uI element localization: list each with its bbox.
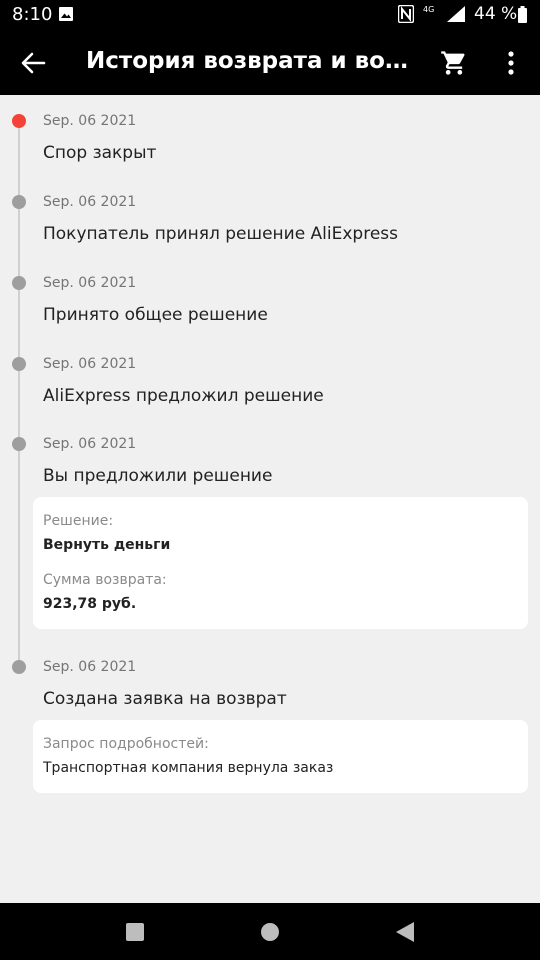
timeline-dot bbox=[12, 437, 26, 451]
timeline-dot bbox=[12, 276, 26, 290]
event-title: Покупатель принял решение AliExpress bbox=[43, 224, 399, 244]
nav-back-icon[interactable] bbox=[396, 922, 414, 942]
request-details-label: Запрос подробностей: bbox=[43, 736, 209, 752]
event-title: Вы предложили решение bbox=[43, 466, 273, 486]
event-date: Sep. 06 2021 bbox=[43, 194, 137, 210]
battery-icon bbox=[518, 6, 527, 23]
signal-icon bbox=[447, 6, 465, 22]
nfc-icon bbox=[398, 5, 414, 23]
status-bar: 8:10 4G 44 % bbox=[0, 0, 540, 30]
recent-apps-icon[interactable] bbox=[126, 923, 144, 941]
event-title: Принято общее решение bbox=[43, 305, 268, 325]
timeline-dot-active bbox=[12, 114, 26, 128]
image-notification-icon bbox=[59, 7, 73, 21]
page-title: История возврата и возвр... bbox=[86, 48, 416, 74]
solution-details-card: Решение: Вернуть деньги Сумма возврата: … bbox=[33, 497, 528, 629]
request-details-value: Транспортная компания вернула заказ bbox=[43, 760, 334, 776]
status-time: 8:10 bbox=[12, 4, 53, 25]
refund-history-timeline: Sep. 06 2021 Спор закрыт Sep. 06 2021 По… bbox=[0, 95, 540, 903]
decision-label: Решение: bbox=[43, 513, 114, 529]
refund-amount-label: Сумма возврата: bbox=[43, 572, 167, 588]
event-date: Sep. 06 2021 bbox=[43, 275, 137, 291]
app-bar: История возврата и возвр... bbox=[0, 30, 540, 95]
home-icon[interactable] bbox=[261, 923, 279, 941]
timeline-dot bbox=[12, 195, 26, 209]
more-options-icon[interactable] bbox=[503, 48, 519, 78]
timeline-dot bbox=[12, 357, 26, 371]
event-title: AliExpress предложил решение bbox=[43, 386, 324, 406]
system-navigation-bar bbox=[0, 903, 540, 960]
event-date: Sep. 06 2021 bbox=[43, 659, 137, 675]
event-date: Sep. 06 2021 bbox=[43, 356, 137, 372]
event-date: Sep. 06 2021 bbox=[43, 113, 137, 129]
shopping-cart-icon[interactable] bbox=[440, 49, 468, 77]
back-arrow-icon[interactable] bbox=[20, 50, 46, 76]
request-details-card: Запрос подробностей: Транспортная компан… bbox=[33, 720, 528, 793]
battery-percent: 44 % bbox=[474, 4, 518, 24]
decision-value: Вернуть деньги bbox=[43, 537, 171, 553]
event-title: Спор закрыт bbox=[43, 143, 157, 163]
event-title: Создана заявка на возврат bbox=[43, 689, 287, 709]
network-type-label: 4G bbox=[423, 5, 435, 14]
refund-amount-value: 923,78 руб. bbox=[43, 596, 137, 612]
timeline-dot bbox=[12, 660, 26, 674]
event-date: Sep. 06 2021 bbox=[43, 436, 137, 452]
